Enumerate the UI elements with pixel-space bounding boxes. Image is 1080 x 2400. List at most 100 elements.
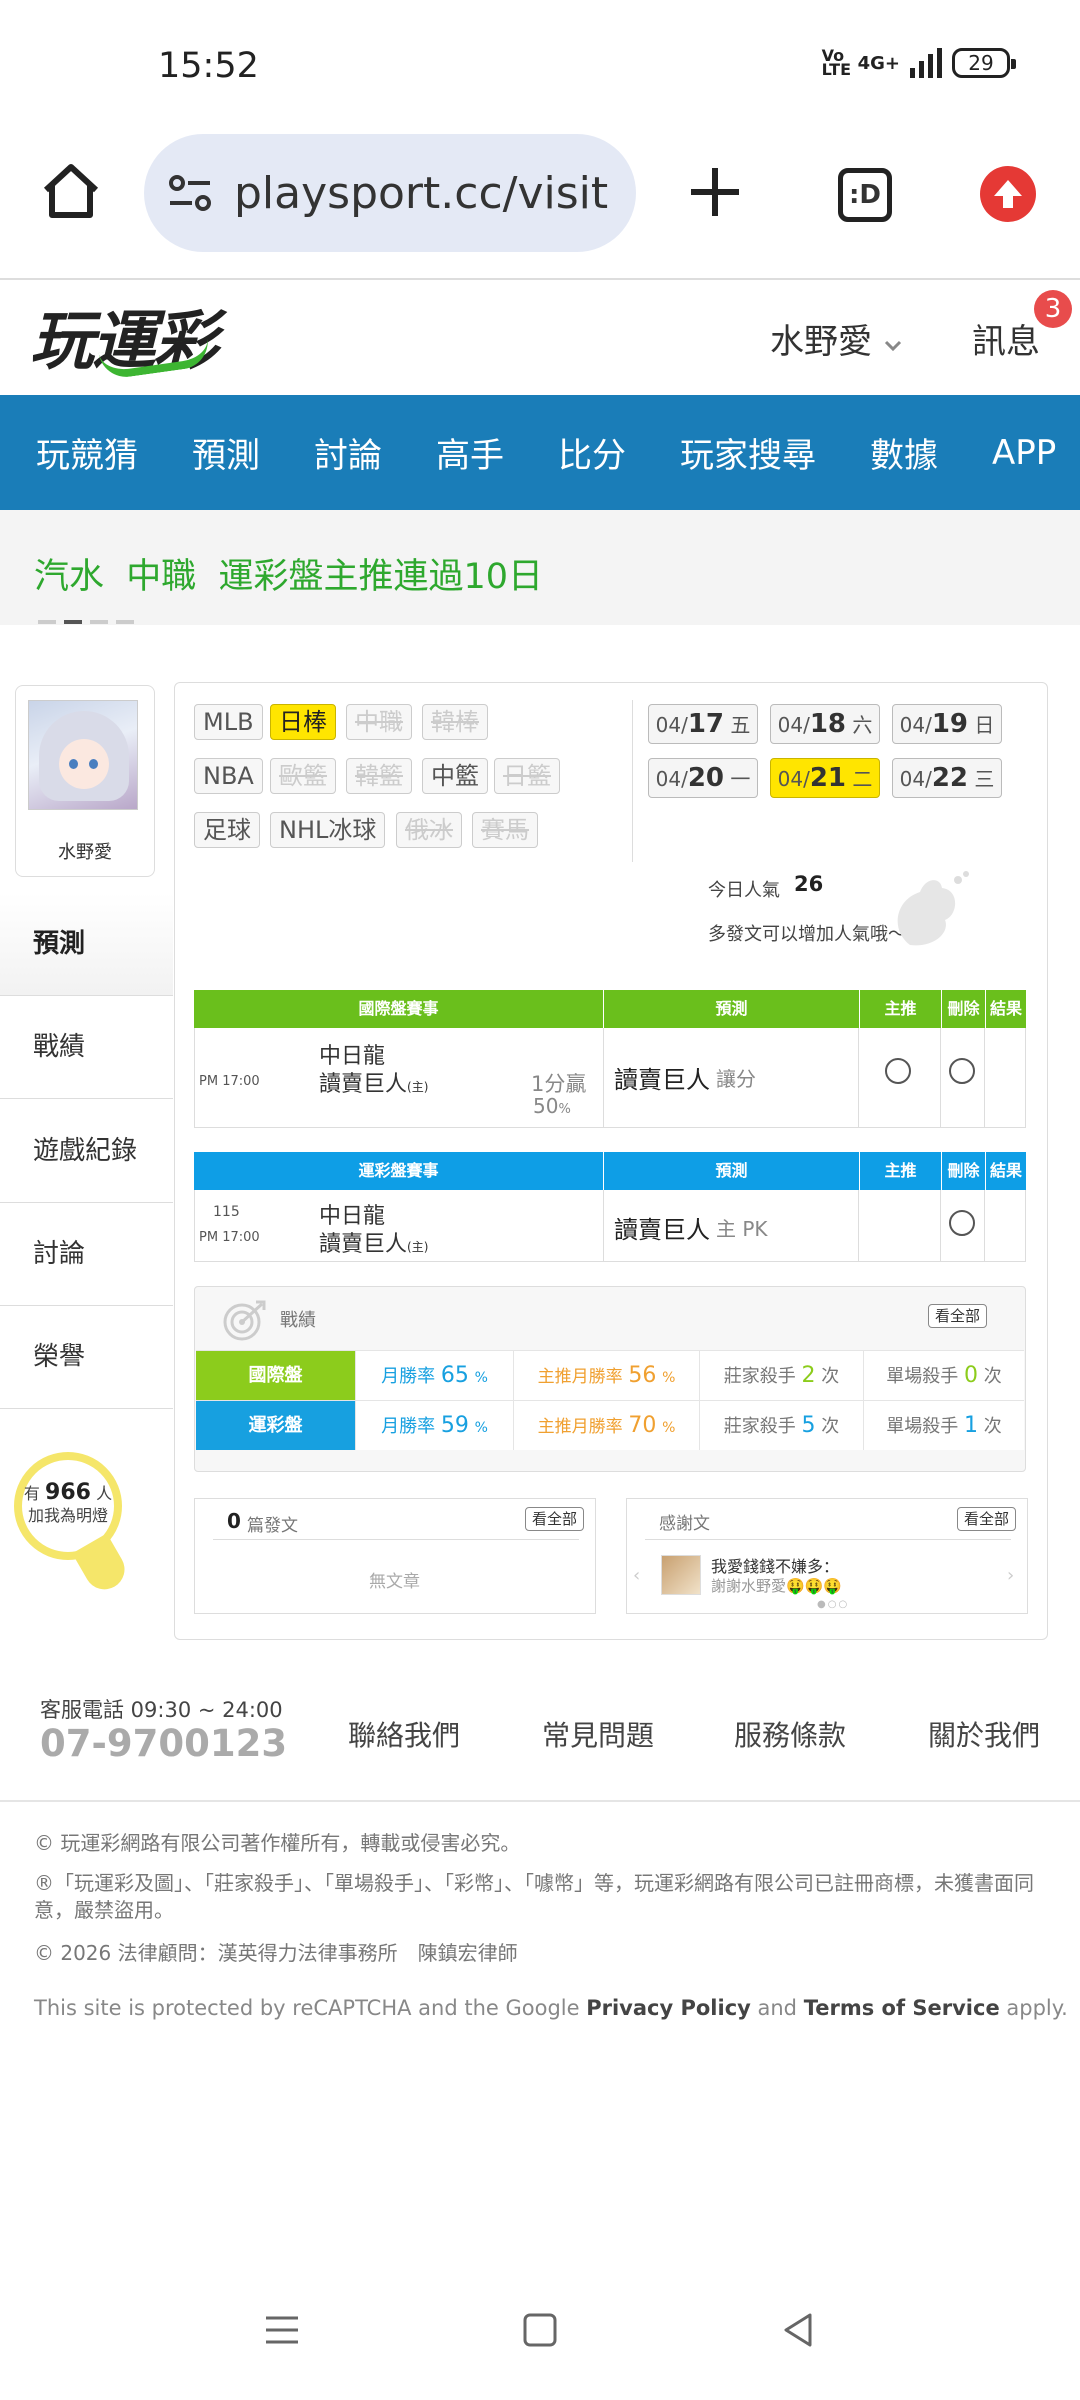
nav-item[interactable]: 比分 <box>558 428 626 477</box>
carousel-dot[interactable] <box>90 620 108 624</box>
trademark-note: ®「玩運彩及圖」、「莊家殺手」、「單場殺手」、「彩幣」、「噱幣」等，玩運彩網路有… <box>34 1871 1034 1922</box>
stats-view-all-button[interactable]: 看全部 <box>928 1304 988 1328</box>
system-nav-bar <box>0 2290 1080 2400</box>
main-nav: 玩競猜 預測 討論 高手 比分 玩家搜尋 數據 APP <box>0 395 1080 510</box>
username: 水野愛 <box>770 322 872 362</box>
new-tab-icon[interactable] <box>685 162 745 222</box>
sport-tag-kbl: 韓籃 <box>346 758 412 794</box>
nav-item[interactable]: 數據 <box>870 428 938 477</box>
tab-switcher-button[interactable]: :D <box>838 168 892 222</box>
lightbulb-follow[interactable]: 有 966 人 加我為明燈 <box>14 1452 122 1560</box>
sidebar-item-record[interactable]: 戰績 <box>0 996 173 1099</box>
intl-table-header: 國際盤賽事 預測 主推 刪除 結果 <box>194 990 1026 1028</box>
result-cell <box>985 1190 1025 1261</box>
privacy-policy-link[interactable]: Privacy Policy <box>586 1996 751 2020</box>
avatar[interactable] <box>28 700 138 810</box>
date-button[interactable]: 04/19 日 <box>892 704 1002 744</box>
popularity-hint: 多發文可以增加人氣哦～ <box>708 924 906 945</box>
follower-count: 966 <box>45 1480 91 1505</box>
empty-posts-text: 無文章 <box>369 1572 420 1592</box>
footer-link-about[interactable]: 關於我們 <box>928 1714 1040 1754</box>
sport-tag-kbo: 韓棒 <box>422 704 488 740</box>
chevron-down-icon <box>884 340 901 352</box>
back-icon[interactable] <box>778 2310 818 2350</box>
date-button[interactable]: 04/18 六 <box>770 704 880 744</box>
sidebar-item-game-log[interactable]: 遊戲紀錄 <box>0 1100 173 1203</box>
user-menu[interactable]: 水野愛 <box>770 314 903 363</box>
thanks-avatar[interactable] <box>661 1555 701 1595</box>
carousel-dot[interactable] <box>116 620 134 624</box>
date-button[interactable]: 04/17 五 <box>648 704 758 744</box>
post-count: 0 <box>227 1509 241 1533</box>
copyright-note: © 玩運彩網路有限公司著作權所有，轉載或侵害必究。 <box>34 1831 521 1855</box>
delete-radio[interactable] <box>949 1210 976 1236</box>
divider <box>632 700 633 862</box>
sport-tag-horse-racing: 賽馬 <box>472 812 538 848</box>
sport-tag-cpbl: 中職 <box>346 704 412 740</box>
nav-item[interactable]: 高手 <box>436 428 504 477</box>
carousel-dot[interactable] <box>38 620 56 624</box>
messages-link[interactable]: 訊息 <box>972 314 1040 363</box>
main-pick-radio[interactable] <box>885 1058 912 1084</box>
chevron-left-icon[interactable]: ‹ <box>633 1565 640 1586</box>
popularity-value: 26 <box>794 872 824 896</box>
posts-view-all-button[interactable]: 看全部 <box>525 1507 585 1531</box>
date-button-selected[interactable]: 04/21 二 <box>770 758 880 798</box>
sport-tag-nba[interactable]: NBA <box>194 758 263 794</box>
menu-icon[interactable] <box>262 2310 302 2350</box>
carousel-dot[interactable] <box>64 620 82 624</box>
stats-row-lottery: 運彩盤 月勝率 59 % 主推月勝率 70 % 莊家殺手 5 次 單場殺手 1 … <box>196 1400 1024 1450</box>
divider <box>0 278 1080 280</box>
thanks-message[interactable]: 我愛錢錢不嫌多： <box>711 1553 839 1577</box>
signal-icon <box>910 48 942 78</box>
footer-link-faq[interactable]: 常見問題 <box>542 1714 654 1754</box>
handicap-pct: 50% <box>533 1094 571 1118</box>
thanks-box: 感謝文 看全部 ‹ 我愛錢錢不嫌多： 謝謝水野愛🤑🤑🤑 › ●○○ <box>626 1498 1028 1614</box>
nav-item[interactable]: 預測 <box>192 428 260 477</box>
thanks-title: 感謝文 <box>659 1514 710 1534</box>
site-settings-icon[interactable] <box>168 173 212 213</box>
delete-radio[interactable] <box>949 1058 976 1084</box>
pick-type: 讓分 <box>716 1067 757 1091</box>
table-row: 115 PM 17:00 中日龍 讀賣巨人(主) 讀賣巨人 主 PK <box>194 1190 1026 1262</box>
home-nav-icon[interactable] <box>520 2310 560 2350</box>
url-bar[interactable]: playsport.cc/visit <box>144 134 636 252</box>
sport-tag-soccer[interactable]: 足球 <box>194 812 260 848</box>
date-button[interactable]: 04/20 一 <box>648 758 758 798</box>
url-text: playsport.cc/visit <box>234 167 609 219</box>
sidebar-item-honor[interactable]: 榮譽 <box>0 1306 173 1409</box>
nav-item[interactable]: 玩競猜 <box>36 428 138 477</box>
battery-icon: 29 <box>952 48 1016 78</box>
game-time: PM 17:00 <box>199 1074 260 1089</box>
sidebar-item-prediction[interactable]: 預測 <box>0 893 173 996</box>
service-phone[interactable]: 07-9700123 <box>40 1722 287 1765</box>
sidebar-item-discussion[interactable]: 討論 <box>0 1203 173 1306</box>
nav-item[interactable]: 討論 <box>314 428 382 477</box>
sport-tag-b-league: 日籃 <box>494 758 560 794</box>
sport-tag-cba[interactable]: 中籃 <box>422 758 488 794</box>
target-icon <box>223 1300 266 1341</box>
game-time: PM 17:00 <box>199 1230 260 1245</box>
thanks-view-all-button[interactable]: 看全部 <box>957 1507 1017 1531</box>
main-pick-cell <box>859 1190 942 1261</box>
date-button[interactable]: 04/22 三 <box>892 758 1002 798</box>
terms-of-service-link[interactable]: Terms of Service <box>804 1996 1000 2020</box>
sport-tag-mlb[interactable]: MLB <box>194 704 263 740</box>
game-code: 115 <box>213 1204 240 1220</box>
home-team: 讀賣巨人(主) <box>319 1232 429 1257</box>
sport-tag-khl: 俄冰 <box>396 812 462 848</box>
volte-icon: Vo LTE <box>821 46 851 79</box>
update-icon[interactable] <box>980 166 1036 222</box>
divider <box>0 1800 1080 1802</box>
home-icon[interactable] <box>40 160 102 222</box>
carousel-dots <box>38 620 134 624</box>
sport-tag-npb[interactable]: 日棒 <box>270 704 336 740</box>
nav-item[interactable]: APP <box>992 433 1056 473</box>
footer-link-contact[interactable]: 聯絡我們 <box>348 1714 460 1754</box>
footer-link-terms[interactable]: 服務條款 <box>734 1714 846 1754</box>
sport-tag-nhl[interactable]: NHL冰球 <box>270 812 386 848</box>
mascot-icon <box>897 871 969 946</box>
chevron-right-icon[interactable]: › <box>1007 1565 1014 1586</box>
banner-text[interactable]: 汽水 中職 運彩盤主推連過10日 <box>34 548 543 599</box>
nav-item[interactable]: 玩家搜尋 <box>680 428 816 477</box>
